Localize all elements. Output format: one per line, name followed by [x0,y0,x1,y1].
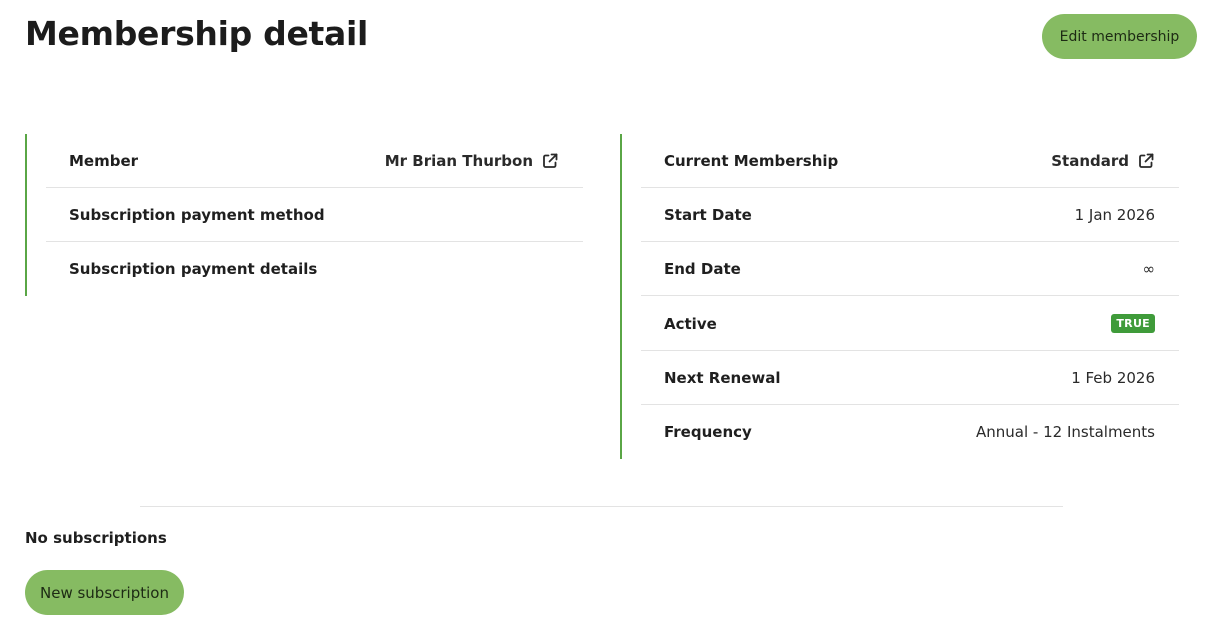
current-membership-value: Standard [1051,152,1155,170]
active-status-badge: TRUE [1111,314,1155,333]
payment-details-label: Subscription payment details [69,260,318,278]
external-link-icon[interactable] [541,152,559,170]
start-date-value: 1 Jan 2026 [1074,205,1155,224]
current-membership-label: Current Membership [664,151,839,170]
member-value: Mr Brian Thurbon [385,152,559,170]
frequency-value: Annual - 12 Instalments [976,423,1155,441]
start-date-row: Start Date 1 Jan 2026 [641,188,1179,242]
member-details-panel: Member Mr Brian Thurbon Subscription pay… [25,134,583,296]
edit-membership-button[interactable]: Edit membership [1042,14,1197,59]
end-date-value: ∞ [1142,259,1156,278]
payment-method-row: Subscription payment method [46,188,583,242]
frequency-label: Frequency [664,423,752,441]
payment-method-label: Subscription payment method [69,205,325,224]
new-subscription-button[interactable]: New subscription [25,570,184,615]
payment-details-row: Subscription payment details [46,242,583,296]
next-renewal-value: 1 Feb 2026 [1071,368,1155,387]
active-row: Active TRUE [641,297,1179,351]
frequency-row: Frequency Annual - 12 Instalments [641,405,1179,459]
next-renewal-label: Next Renewal [664,368,781,387]
member-row: Member Mr Brian Thurbon [46,134,583,188]
section-divider [140,506,1063,507]
active-label: Active [664,314,717,333]
membership-details-panel: Current Membership Standard Start Date 1… [620,134,1179,459]
end-date-row: End Date ∞ [641,242,1179,296]
end-date-label: End Date [664,259,741,278]
member-name-link[interactable]: Mr Brian Thurbon [385,152,533,170]
external-link-icon[interactable] [1137,152,1155,170]
member-label: Member [69,151,139,170]
membership-type-link[interactable]: Standard [1051,152,1129,170]
current-membership-row: Current Membership Standard [641,134,1179,188]
no-subscriptions-text: No subscriptions [25,529,167,547]
page-title: Membership detail [25,14,369,53]
start-date-label: Start Date [664,205,752,224]
next-renewal-row: Next Renewal 1 Feb 2026 [641,351,1179,405]
